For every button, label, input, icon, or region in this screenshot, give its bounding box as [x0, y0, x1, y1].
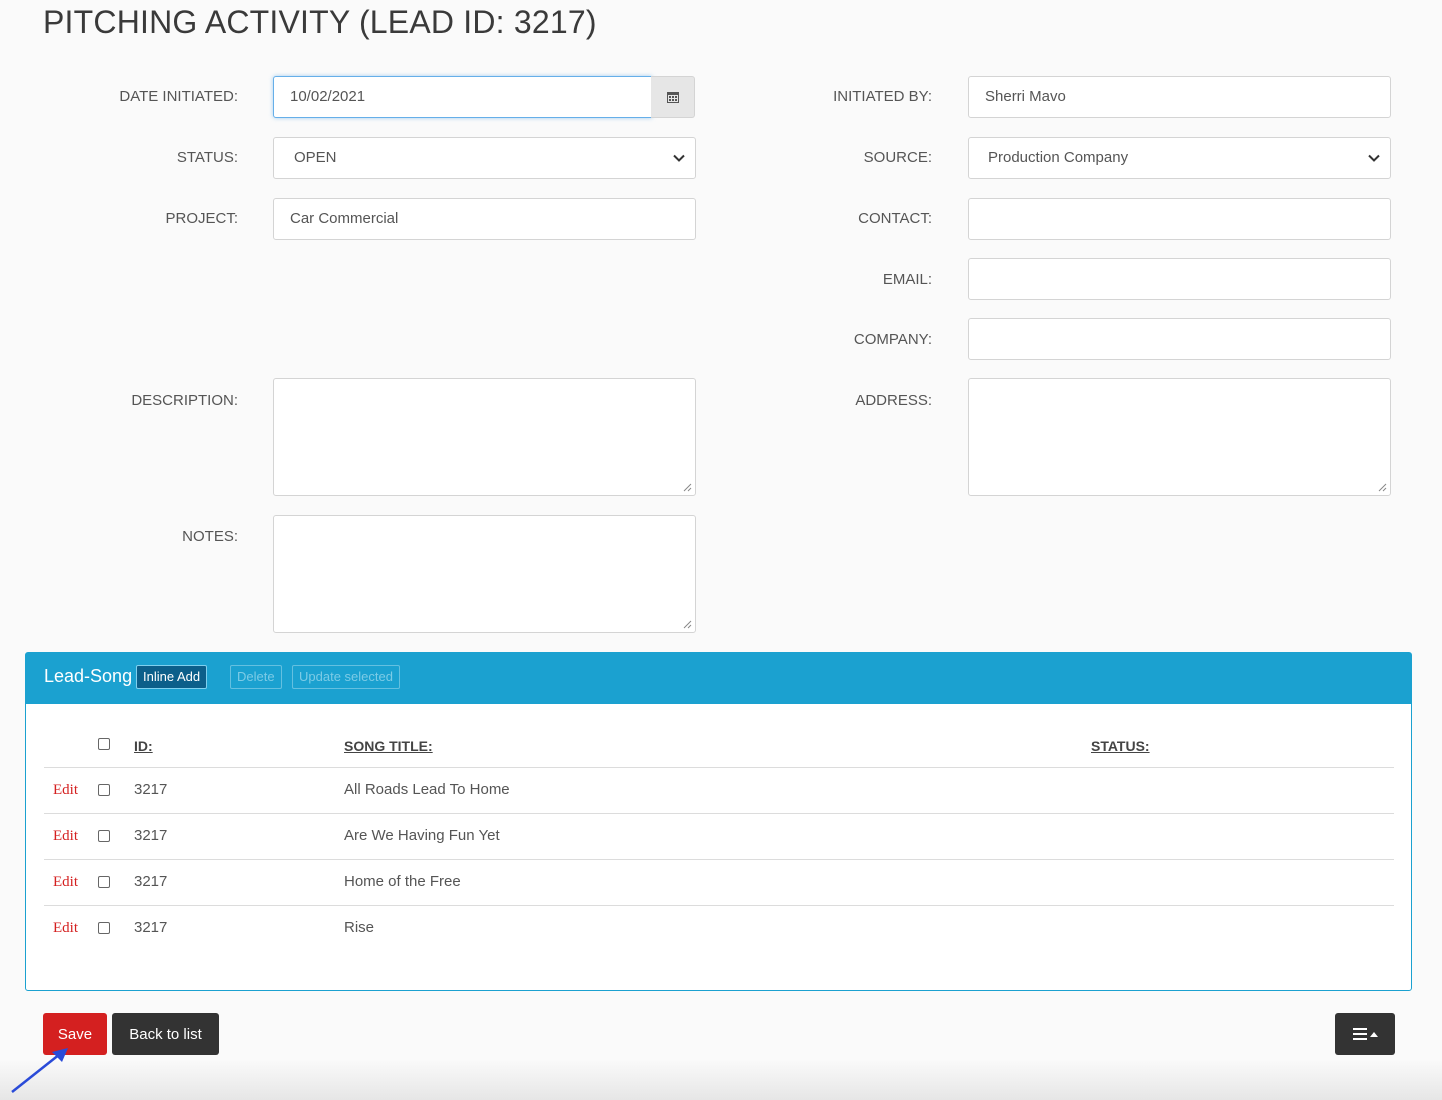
row-song-title: Home of the Free: [344, 873, 461, 890]
column-header-status[interactable]: STATUS:: [1091, 738, 1150, 754]
edit-link[interactable]: Edit: [53, 920, 78, 937]
company-input[interactable]: [968, 318, 1391, 360]
date-initiated-input[interactable]: 10/02/2021: [273, 76, 652, 118]
row-id: 3217: [134, 827, 168, 844]
initiated-by-input[interactable]: Sherri Mavo: [968, 76, 1391, 118]
project-label: PROJECT:: [165, 210, 238, 227]
back-to-list-button[interactable]: Back to list: [112, 1013, 219, 1055]
column-header-song-title[interactable]: SONG TITLE:: [344, 738, 433, 754]
hamburger-menu-icon: [1352, 1028, 1367, 1040]
resize-grip-icon[interactable]: [682, 619, 692, 629]
row-checkbox[interactable]: [98, 876, 110, 888]
select-all-checkbox[interactable]: [98, 738, 110, 750]
inline-add-button[interactable]: Inline Add: [136, 665, 208, 689]
panel-title: Lead-Song: [44, 666, 133, 686]
annotation-arrow-icon: [11, 1048, 68, 1093]
update-selected-button[interactable]: Update selected: [292, 665, 400, 689]
address-label: ADDRESS:: [855, 392, 932, 409]
status-select[interactable]: OPEN: [273, 137, 696, 179]
row-song-title: All Roads Lead To Home: [344, 781, 510, 798]
source-label: SOURCE:: [863, 149, 932, 166]
calendar-button[interactable]: [651, 76, 695, 118]
edit-link[interactable]: Edit: [53, 782, 78, 799]
actions-menu-button[interactable]: [1335, 1013, 1395, 1055]
notes-label: NOTES:: [182, 528, 238, 545]
description-label: DESCRIPTION:: [131, 392, 238, 409]
project-input[interactable]: Car Commercial: [273, 198, 696, 240]
table-row: Edit 3217 All Roads Lead To Home: [44, 767, 1394, 813]
description-textarea[interactable]: [273, 378, 696, 496]
initiated-by-label: INITIATED BY:: [833, 88, 932, 105]
page-title: PITCHING ACTIVITY (LEAD ID: 3217): [43, 4, 597, 40]
resize-grip-icon[interactable]: [682, 482, 692, 492]
company-label: COMPANY:: [853, 331, 932, 348]
chevron-down-icon: [673, 154, 685, 162]
row-id: 3217: [134, 873, 168, 890]
resize-grip-icon[interactable]: [1377, 482, 1387, 492]
email-input[interactable]: [968, 258, 1391, 300]
status-select-value: OPEN: [294, 149, 337, 166]
row-checkbox[interactable]: [98, 784, 110, 796]
row-id: 3217: [134, 919, 168, 936]
bottom-fade: [0, 1060, 1442, 1100]
notes-textarea[interactable]: [273, 515, 696, 633]
column-header-id[interactable]: ID:: [134, 738, 153, 754]
row-checkbox[interactable]: [98, 830, 110, 842]
table-row: Edit 3217 Rise: [44, 905, 1394, 951]
source-select-value: Production Company: [988, 149, 1129, 166]
contact-input[interactable]: [968, 198, 1391, 240]
row-id: 3217: [134, 781, 168, 798]
date-initiated-label: DATE INITIATED:: [119, 88, 238, 105]
chevron-down-icon: [1368, 154, 1380, 162]
lead-song-panel: Lead-Song Inline Add Delete Update selec…: [25, 652, 1412, 991]
email-label: EMAIL:: [882, 271, 932, 288]
row-song-title: Rise: [344, 919, 375, 936]
contact-label: CONTACT:: [858, 210, 932, 227]
row-song-title: Are We Having Fun Yet: [344, 827, 500, 844]
edit-link[interactable]: Edit: [53, 874, 78, 891]
table-row: Edit 3217 Home of the Free: [44, 859, 1394, 905]
delete-button[interactable]: Delete: [230, 665, 282, 689]
panel-header: Lead-Song Inline Add Delete Update selec…: [26, 653, 1411, 704]
edit-link[interactable]: Edit: [53, 828, 78, 845]
caret-up-icon: [1369, 1031, 1378, 1037]
status-label: STATUS:: [176, 149, 238, 166]
row-checkbox[interactable]: [98, 922, 110, 934]
address-textarea[interactable]: [968, 378, 1391, 496]
table-row: Edit 3217 Are We Having Fun Yet: [44, 813, 1394, 859]
calendar-icon: [666, 92, 679, 103]
source-select[interactable]: Production Company: [968, 137, 1391, 179]
